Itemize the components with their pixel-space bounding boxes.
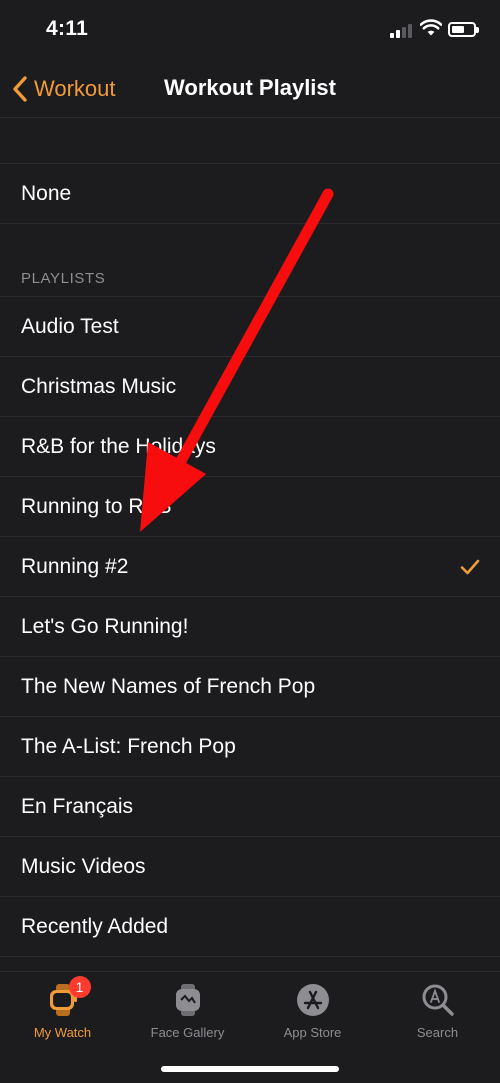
tab-label: Face Gallery	[150, 1025, 225, 1040]
tab-label: Search	[416, 1025, 459, 1040]
status-bar: 4:11	[0, 0, 500, 60]
navigation-bar: Workout Workout Playlist	[0, 60, 500, 118]
home-indicator[interactable]	[161, 1066, 339, 1072]
playlist-row[interactable]: Christmas Music	[0, 357, 500, 417]
playlist-row[interactable]: R&B for the Holidays	[0, 417, 500, 477]
status-time: 4:11	[46, 17, 89, 40]
tab-search[interactable]: Search	[375, 982, 500, 1046]
playlist-label: The New Names of French Pop	[21, 674, 316, 698]
tab-label: My Watch	[33, 1025, 92, 1040]
none-option-row[interactable]: None	[0, 164, 500, 224]
playlist-label: Running #2	[21, 554, 129, 578]
tab-my-watch[interactable]: 1 My Watch	[0, 976, 125, 1046]
app-screen: 4:11 Workout Workout Playlist None PLAYL…	[0, 0, 500, 1083]
list-top-spacer	[0, 118, 500, 164]
tab-label: App Store	[283, 1025, 342, 1040]
search-icon	[420, 982, 456, 1018]
battery-icon	[448, 22, 479, 37]
watch-icon: 1	[45, 976, 91, 1018]
playlist-row[interactable]: Running to R&B	[0, 477, 500, 537]
playlist-row-selected[interactable]: Running #2	[0, 537, 500, 597]
playlist-row[interactable]: Music Videos	[0, 837, 500, 897]
playlist-label: The A-List: French Pop	[21, 734, 236, 758]
tab-face-gallery[interactable]: Face Gallery	[125, 982, 250, 1046]
notification-badge: 1	[68, 976, 91, 998]
back-button-label: Workout	[34, 76, 116, 101]
wifi-icon	[420, 19, 442, 36]
playlist-label: Running to R&B	[21, 494, 172, 518]
playlist-label: Let's Go Running!	[21, 614, 189, 638]
playlist-row[interactable]: The New Names of French Pop	[0, 657, 500, 717]
none-option-label: None	[21, 181, 72, 205]
playlists-section-header: PLAYLISTS	[0, 224, 500, 297]
playlist-row[interactable]: Let's Go Running!	[0, 597, 500, 657]
app-store-icon	[295, 982, 331, 1018]
playlist-label: Recently Added	[21, 914, 169, 938]
playlist-row[interactable]: The A-List: French Pop	[0, 717, 500, 777]
back-button[interactable]: Workout	[10, 73, 116, 105]
playlist-list: None PLAYLISTS Audio Test Christmas Musi…	[0, 118, 500, 971]
playlist-row[interactable]: Audio Test	[0, 297, 500, 357]
playlist-label: Music Videos	[21, 854, 146, 878]
tab-app-store[interactable]: App Store	[250, 982, 375, 1046]
playlist-label: En Français	[21, 794, 134, 818]
playlist-row[interactable]: Recently Added	[0, 897, 500, 957]
cellular-signal-icon	[390, 22, 414, 38]
playlist-label: Audio Test	[21, 314, 119, 338]
playlist-label: R&B for the Holidays	[21, 434, 216, 458]
checkmark-icon	[460, 559, 480, 575]
playlist-row[interactable]: En Français	[0, 777, 500, 837]
playlist-label: Christmas Music	[21, 374, 177, 398]
chevron-left-icon	[13, 76, 27, 102]
face-gallery-icon	[170, 982, 206, 1018]
